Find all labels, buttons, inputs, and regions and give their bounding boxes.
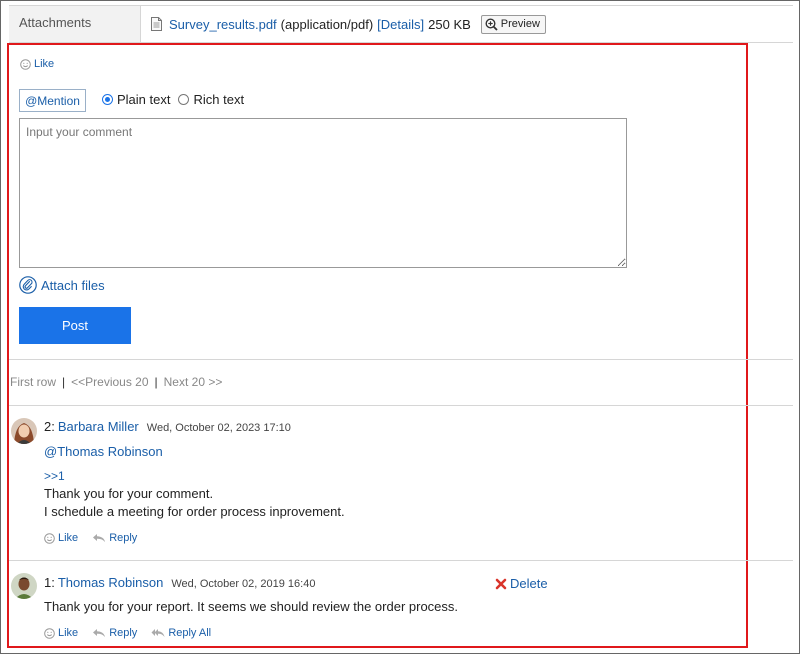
- comment-author-link[interactable]: Thomas Robinson: [58, 575, 164, 590]
- quote-ref-link[interactable]: >>1: [44, 467, 65, 485]
- comment-number: 2:: [44, 419, 55, 434]
- attach-files-label: Attach files: [41, 277, 105, 293]
- reply-all-label: Reply All: [168, 627, 212, 639]
- magnifier-plus-icon: [485, 17, 498, 31]
- file-size: 250 KB: [428, 16, 471, 32]
- pager-previous[interactable]: <<Previous 20: [71, 375, 148, 389]
- reply-label: Reply: [109, 532, 138, 544]
- divider: [9, 359, 793, 360]
- comment-actions: Like Reply Reply All: [44, 627, 211, 639]
- avatar[interactable]: [11, 573, 37, 599]
- paperclip-icon: [19, 276, 37, 294]
- comment-input[interactable]: [19, 118, 627, 268]
- like-label: Like: [34, 58, 55, 70]
- divider: [9, 560, 793, 561]
- mention-link[interactable]: @Thomas Robinson: [44, 443, 163, 461]
- reply-arrow-icon: [93, 534, 106, 542]
- delete-x-icon: [495, 578, 507, 589]
- reply-all-button[interactable]: Reply All: [151, 627, 211, 639]
- attachments-label: Attachments: [9, 6, 141, 42]
- pager-separator: |: [62, 375, 66, 389]
- reply-all-arrow-icon: [151, 629, 165, 637]
- comment-header: 2: Barbara Miller Wed, October 02, 2023 …: [44, 419, 291, 434]
- mention-button[interactable]: @Mention: [19, 89, 86, 112]
- smile-icon: [44, 532, 55, 544]
- plain-text-radio[interactable]: Plain text: [102, 92, 170, 107]
- comment-line: Thank you for your report. It seems we s…: [44, 599, 459, 614]
- comment-line: Thank you for your comment.: [44, 486, 214, 501]
- comment-header: 1: Thomas Robinson Wed, October 02, 2019…: [44, 575, 315, 590]
- rich-text-radio[interactable]: Rich text: [178, 92, 244, 107]
- attachments-value: Survey_results.pdf (application/pdf) [De…: [141, 6, 793, 42]
- preview-button[interactable]: Preview: [480, 14, 546, 34]
- file-type: (application/pdf): [280, 16, 374, 32]
- file-icon: [151, 17, 162, 31]
- reply-button[interactable]: Reply: [92, 627, 137, 639]
- smile-icon: [20, 58, 31, 70]
- comment-line: I schedule a meeting for order process i…: [44, 504, 345, 519]
- divider: [9, 405, 793, 406]
- reply-button[interactable]: Reply: [92, 532, 137, 544]
- like-label: Like: [58, 627, 79, 639]
- like-button[interactable]: Like: [20, 58, 54, 70]
- plain-text-radio-dot[interactable]: [102, 94, 113, 105]
- comment-author-link[interactable]: Barbara Miller: [58, 419, 139, 434]
- plain-text-label: Plain text: [117, 92, 171, 107]
- like-label: Like: [58, 532, 79, 544]
- rich-text-radio-dot[interactable]: [178, 94, 190, 105]
- file-details-link[interactable]: [Details]: [377, 17, 424, 32]
- reply-arrow-icon: [93, 629, 106, 637]
- like-button[interactable]: Like: [44, 532, 78, 544]
- pager-separator: |: [154, 375, 158, 389]
- post-button[interactable]: Post: [19, 307, 131, 344]
- rich-text-label: Rich text: [193, 92, 245, 107]
- pager: First row | <<Previous 20 | Next 20 >>: [10, 375, 222, 389]
- reply-label: Reply: [109, 627, 138, 639]
- comment-body: Thank you for your comment. I schedule a…: [44, 485, 345, 521]
- pager-next[interactable]: Next 20 >>: [164, 375, 223, 389]
- preview-label: Preview: [500, 18, 540, 30]
- attach-files-link[interactable]: Attach files: [19, 276, 105, 294]
- comment-actions: Like Reply: [44, 532, 137, 544]
- comment-body: Thank you for your report. It seems we s…: [44, 598, 458, 616]
- avatar-thomas-icon: [11, 573, 37, 599]
- avatar-barbara-icon: [11, 418, 37, 444]
- like-button[interactable]: Like: [44, 627, 78, 639]
- comment-date: Wed, October 02, 2019 16:40: [171, 578, 316, 590]
- file-name-link[interactable]: Survey_results.pdf: [169, 17, 277, 32]
- pager-first-row[interactable]: First row: [10, 375, 56, 389]
- delete-button[interactable]: Delete: [495, 576, 548, 591]
- smile-icon: [44, 627, 55, 639]
- comment-date: Wed, October 02, 2023 17:10: [146, 422, 291, 434]
- comment-number: 1:: [44, 575, 55, 590]
- delete-label: Delete: [510, 576, 548, 591]
- attachments-row: Attachments Survey_results.pdf (applicat…: [9, 5, 793, 43]
- format-radio-group: Plain text Rich text: [102, 92, 244, 107]
- avatar[interactable]: [11, 418, 37, 444]
